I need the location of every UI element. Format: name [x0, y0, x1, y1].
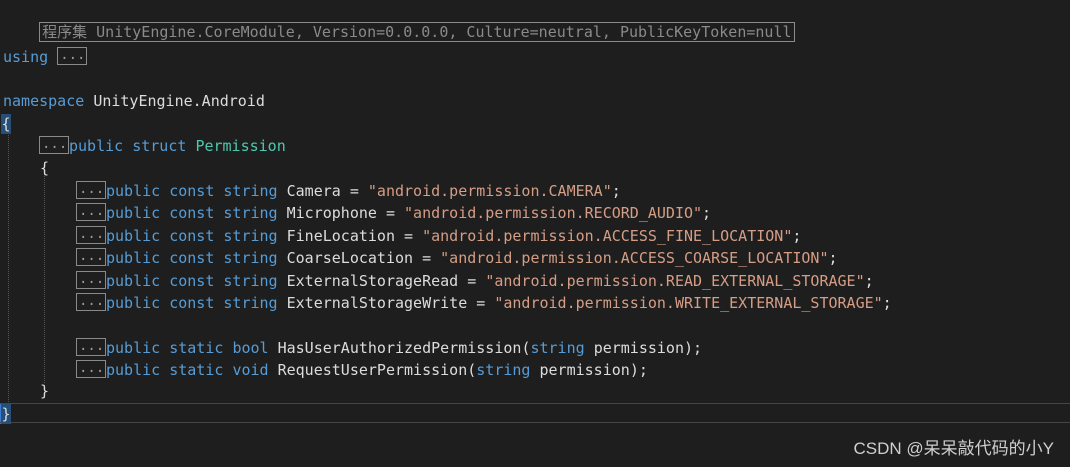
indent-guide	[44, 169, 45, 383]
type-string: string	[223, 204, 278, 222]
modifier-const: const	[169, 294, 215, 312]
modifier-const: const	[169, 182, 215, 200]
modifier-const: const	[169, 272, 215, 290]
namespace-open-brace-line: {	[1, 114, 11, 134]
constant-collapsed-region[interactable]: ...	[76, 203, 106, 221]
struct-close-brace: }	[40, 382, 50, 400]
constant-value: "android.permission.READ_EXTERNAL_STORAG…	[485, 272, 865, 290]
indent-guide	[8, 124, 9, 406]
constant-name: Microphone	[286, 204, 377, 222]
struct-collapsed-region[interactable]: ...	[39, 136, 69, 154]
param-type: string	[530, 339, 585, 357]
namespace-name: UnityEngine.Android	[93, 92, 265, 110]
using-collapsed-region[interactable]: ...	[57, 47, 88, 65]
constant-value: "android.permission.WRITE_EXTERNAL_STORA…	[494, 294, 883, 312]
method-line: ... public static bool HasUserAuthorizedP…	[76, 338, 702, 358]
modifier-public: public	[106, 204, 161, 222]
struct-open-brace-line: {	[40, 158, 49, 178]
constant-collapsed-region[interactable]: ...	[76, 248, 106, 266]
param-name: permission	[593, 339, 684, 357]
constant-value: "android.permission.RECORD_AUDIO"	[404, 204, 703, 222]
modifier-static: static	[169, 339, 224, 357]
constant-line: ... public const string FineLocation = "a…	[76, 226, 801, 246]
type-string: string	[223, 227, 278, 245]
struct-name: Permission	[195, 137, 286, 155]
modifier-const: const	[169, 227, 215, 245]
modifier-public: public	[106, 182, 161, 200]
namespace-keyword: namespace	[3, 92, 85, 110]
method-line: ... public static void RequestUserPermiss…	[76, 360, 648, 380]
namespace-close-brace: }	[1, 404, 11, 424]
code-editor[interactable]: 程序集 UnityEngine.CoreModule, Version=0.0.…	[0, 0, 1070, 467]
constant-line: ... public const string ExternalStorageWr…	[76, 293, 892, 313]
modifier-public: public	[106, 249, 161, 267]
struct-keyword: struct	[132, 137, 187, 155]
param-name: permission	[539, 361, 630, 379]
struct-modifier: public	[69, 137, 124, 155]
struct-open-brace: {	[40, 159, 50, 177]
struct-close-brace-line: }	[40, 381, 49, 401]
assembly-header: 程序集 UnityEngine.CoreModule, Version=0.0.…	[39, 22, 795, 42]
modifier-const: const	[169, 204, 215, 222]
constant-value: "android.permission.ACCESS_COARSE_LOCATI…	[440, 249, 829, 267]
modifier-public: public	[106, 294, 161, 312]
constant-collapsed-region[interactable]: ...	[76, 271, 106, 289]
constant-line: ... public const string Microphone = "and…	[76, 203, 711, 223]
modifier-public: public	[106, 227, 161, 245]
current-line-highlight	[0, 403, 1070, 423]
modifier-public: public	[106, 272, 161, 290]
using-keyword: using	[3, 48, 49, 66]
constant-collapsed-region[interactable]: ...	[76, 181, 106, 199]
constant-line: ... public const string CoarseLocation = …	[76, 248, 838, 268]
constant-line: ... public const string ExternalStorageRe…	[76, 271, 874, 291]
constant-value: "android.permission.ACCESS_FINE_LOCATION…	[422, 227, 793, 245]
method-name: RequestUserPermission	[277, 361, 468, 379]
param-type: string	[476, 361, 531, 379]
constant-line: ... public const string Camera = "android…	[76, 181, 621, 201]
return-type: bool	[232, 339, 269, 357]
constant-name: ExternalStorageWrite	[286, 294, 468, 312]
constant-collapsed-region[interactable]: ...	[76, 293, 106, 311]
method-collapsed-region[interactable]: ...	[76, 338, 106, 356]
type-string: string	[223, 272, 278, 290]
return-type: void	[232, 361, 269, 379]
method-collapsed-region[interactable]: ...	[76, 360, 106, 378]
constant-name: CoarseLocation	[286, 249, 414, 267]
constant-name: ExternalStorageRead	[286, 272, 459, 290]
namespace-open-brace: {	[1, 114, 11, 134]
constant-name: FineLocation	[286, 227, 395, 245]
namespace-close-brace-line: }	[1, 404, 11, 424]
namespace-line: namespace UnityEngine.Android	[3, 91, 265, 111]
using-line: using ...	[3, 47, 88, 67]
assembly-header-line: 程序集 UnityEngine.CoreModule, Version=0.0.…	[3, 2, 795, 42]
struct-declaration-line: ... public struct Permission	[39, 136, 286, 156]
constant-collapsed-region[interactable]: ...	[76, 226, 106, 244]
watermark: CSDN @呆呆敲代码的小Y	[853, 439, 1055, 458]
type-string: string	[223, 294, 278, 312]
modifier-public: public	[106, 361, 161, 379]
constant-name: Camera	[286, 182, 341, 200]
modifier-static: static	[169, 361, 224, 379]
modifier-public: public	[106, 339, 161, 357]
constant-value: "android.permission.CAMERA"	[367, 182, 612, 200]
method-name: HasUserAuthorizedPermission	[277, 339, 522, 357]
type-string: string	[223, 249, 278, 267]
modifier-const: const	[169, 249, 215, 267]
type-string: string	[223, 182, 278, 200]
